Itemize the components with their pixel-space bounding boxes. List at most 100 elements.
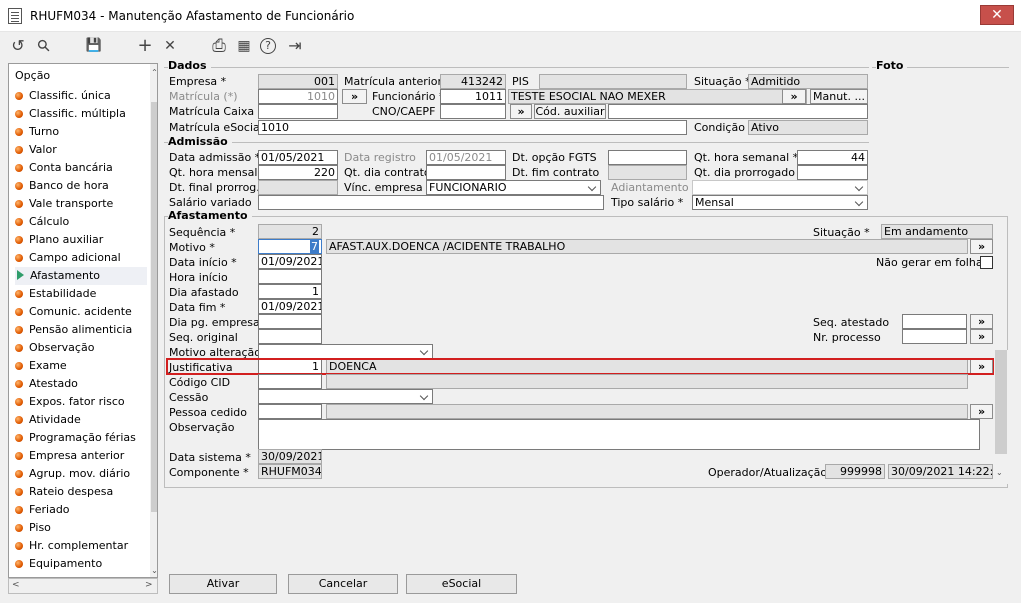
- dia-afastado-field[interactable]: 1: [258, 284, 322, 299]
- help-icon[interactable]: ?: [260, 38, 276, 54]
- dia-pg-empresa-field[interactable]: [258, 314, 322, 329]
- codigo-cid-field[interactable]: [258, 374, 322, 389]
- tipo-salario-select[interactable]: Mensal: [692, 195, 868, 210]
- cno-field[interactable]: [440, 104, 506, 119]
- sidebar-item[interactable]: Banco de hora: [15, 177, 147, 195]
- dt-opcao-fgts-field[interactable]: [608, 150, 687, 165]
- sidebar-item[interactable]: Afastamento: [15, 267, 147, 285]
- cessao-select[interactable]: [258, 389, 433, 404]
- pis-field[interactable]: [539, 74, 687, 89]
- sequencia-field[interactable]: 2: [258, 224, 322, 239]
- salario-variado-field[interactable]: [258, 195, 604, 210]
- scroll-left-icon[interactable]: <: [12, 580, 20, 590]
- motivo-lookup-button[interactable]: »: [970, 239, 993, 254]
- sidebar-hscrollbar[interactable]: < >: [8, 578, 158, 594]
- sidebar-item[interactable]: Plano auxiliar: [15, 231, 147, 249]
- seq-atestado-lookup-button[interactable]: »: [970, 314, 993, 329]
- sidebar-item[interactable]: Equipamento: [15, 555, 147, 573]
- sidebar-item[interactable]: Estabilidade: [15, 285, 147, 303]
- situacao-field[interactable]: Admitido: [748, 74, 868, 89]
- motivo-alteracao-select[interactable]: [258, 344, 433, 359]
- componente-field[interactable]: RHUFM034: [258, 464, 322, 479]
- save-icon[interactable]: 💾: [84, 36, 104, 56]
- sidebar-item[interactable]: Atestado: [15, 375, 147, 393]
- sidebar-item[interactable]: Atividade: [15, 411, 147, 429]
- data-sistema-field[interactable]: 30/09/2021: [258, 449, 322, 464]
- empresa-field[interactable]: 001: [258, 74, 338, 89]
- sidebar-item[interactable]: Empresa anterior: [15, 447, 147, 465]
- dt-final-prorrog-field[interactable]: [258, 180, 338, 195]
- funcionario-field[interactable]: 1011: [440, 89, 506, 104]
- sidebar-item[interactable]: Exame: [15, 357, 147, 375]
- cno-lookup-button[interactable]: »: [510, 104, 532, 119]
- observacao-textarea[interactable]: [258, 419, 980, 450]
- matricula-caixa-field[interactable]: [258, 104, 338, 119]
- sidebar-item[interactable]: Piso: [15, 519, 147, 537]
- nao-gerar-checkbox[interactable]: [980, 256, 993, 269]
- sidebar-item[interactable]: Pensão alimenticia: [15, 321, 147, 339]
- sidebar-item[interactable]: Campo adicional: [15, 249, 147, 267]
- scroll-up-icon[interactable]: ⌃: [150, 68, 157, 77]
- search-icon[interactable]: ⚲: [30, 32, 58, 60]
- nr-processo-field[interactable]: [902, 329, 967, 344]
- data-inicio-field[interactable]: 01/09/2021: [258, 254, 322, 269]
- data-registro-field[interactable]: 01/05/2021: [426, 150, 506, 165]
- sidebar-scrollbar[interactable]: ⌃ ⌄: [150, 64, 157, 577]
- matricula-anterior-field[interactable]: 413242: [440, 74, 506, 89]
- qt-dia-prorrogado-field[interactable]: [797, 165, 868, 180]
- cod-auxiliar-field[interactable]: [608, 104, 868, 119]
- sidebar-item[interactable]: Cálculo: [15, 213, 147, 231]
- funcionario-lookup-button[interactable]: »: [782, 89, 806, 104]
- scrollbar-thumb[interactable]: [151, 102, 157, 512]
- print-icon[interactable]: ⎙: [209, 36, 229, 56]
- ativar-button[interactable]: Ativar: [169, 574, 277, 594]
- matricula-esocial-field[interactable]: 1010: [258, 120, 687, 135]
- sidebar-item[interactable]: Comunic. acidente: [15, 303, 147, 321]
- matricula-field[interactable]: 1010: [258, 89, 338, 104]
- scroll-down-icon[interactable]: ⌄: [150, 566, 157, 575]
- sidebar-item[interactable]: Valor: [15, 141, 147, 159]
- sidebar-item[interactable]: Vale transporte: [15, 195, 147, 213]
- seq-atestado-field[interactable]: [902, 314, 967, 329]
- situacao-afast-field[interactable]: Em andamento: [881, 224, 993, 239]
- sidebar-item[interactable]: Agrup. mov. diário: [15, 465, 147, 483]
- scroll-right-icon[interactable]: >: [145, 580, 153, 590]
- qt-hora-semanal-field[interactable]: 44: [797, 150, 868, 165]
- adiantamento-select[interactable]: [692, 180, 868, 195]
- sidebar-item[interactable]: Programação férias: [15, 429, 147, 447]
- undo-icon[interactable]: ↺: [8, 36, 28, 56]
- sidebar-item[interactable]: Feriado: [15, 501, 147, 519]
- sidebar-item[interactable]: Observação: [15, 339, 147, 357]
- pessoa-cedido-lookup-button[interactable]: »: [970, 404, 993, 419]
- qt-dia-contrato-field[interactable]: [426, 165, 506, 180]
- sidebar-item[interactable]: Classific. múltipla: [15, 105, 147, 123]
- data-fim-field[interactable]: 01/09/2021: [258, 299, 322, 314]
- sidebar-item[interactable]: Turno: [15, 123, 147, 141]
- delete-icon[interactable]: ✕: [160, 36, 180, 56]
- add-icon[interactable]: +: [135, 36, 155, 56]
- sidebar-item[interactable]: Conta bancária: [15, 159, 147, 177]
- manut-button[interactable]: Manut. ...: [810, 89, 868, 104]
- dt-fim-contrato-field[interactable]: [608, 165, 687, 180]
- calendar-icon[interactable]: ▦: [234, 36, 254, 56]
- form-scrollbar[interactable]: ⌄: [994, 350, 1008, 484]
- matricula-lookup-button[interactable]: »: [342, 89, 367, 104]
- close-button[interactable]: ✕: [980, 5, 1014, 25]
- form-scrollbar-thumb[interactable]: [995, 350, 1007, 454]
- nr-processo-lookup-button[interactable]: »: [970, 329, 993, 344]
- hora-inicio-field[interactable]: [258, 269, 322, 284]
- operador-field[interactable]: 999998: [825, 464, 885, 479]
- cancelar-button[interactable]: Cancelar: [288, 574, 398, 594]
- cod-auxiliar-button[interactable]: Cód. auxiliar: [534, 104, 606, 119]
- data-admissao-field[interactable]: 01/05/2021: [258, 150, 338, 165]
- motivo-field[interactable]: 7: [258, 239, 322, 254]
- sidebar-item[interactable]: Rateio despesa: [15, 483, 147, 501]
- sidebar-item[interactable]: Hr. complementar: [15, 537, 147, 555]
- qt-hora-mensal-field[interactable]: 220: [258, 165, 338, 180]
- condicao-field[interactable]: Ativo: [748, 120, 868, 135]
- sidebar-item[interactable]: Classific. única: [15, 87, 147, 105]
- form-scroll-down-icon[interactable]: ⌄: [996, 468, 1003, 477]
- sidebar-item[interactable]: Expos. fator risco: [15, 393, 147, 411]
- atualizacao-field[interactable]: 30/09/2021 14:22:52: [888, 464, 993, 479]
- vinc-empresa-select[interactable]: FUNCIONARIO: [426, 180, 601, 195]
